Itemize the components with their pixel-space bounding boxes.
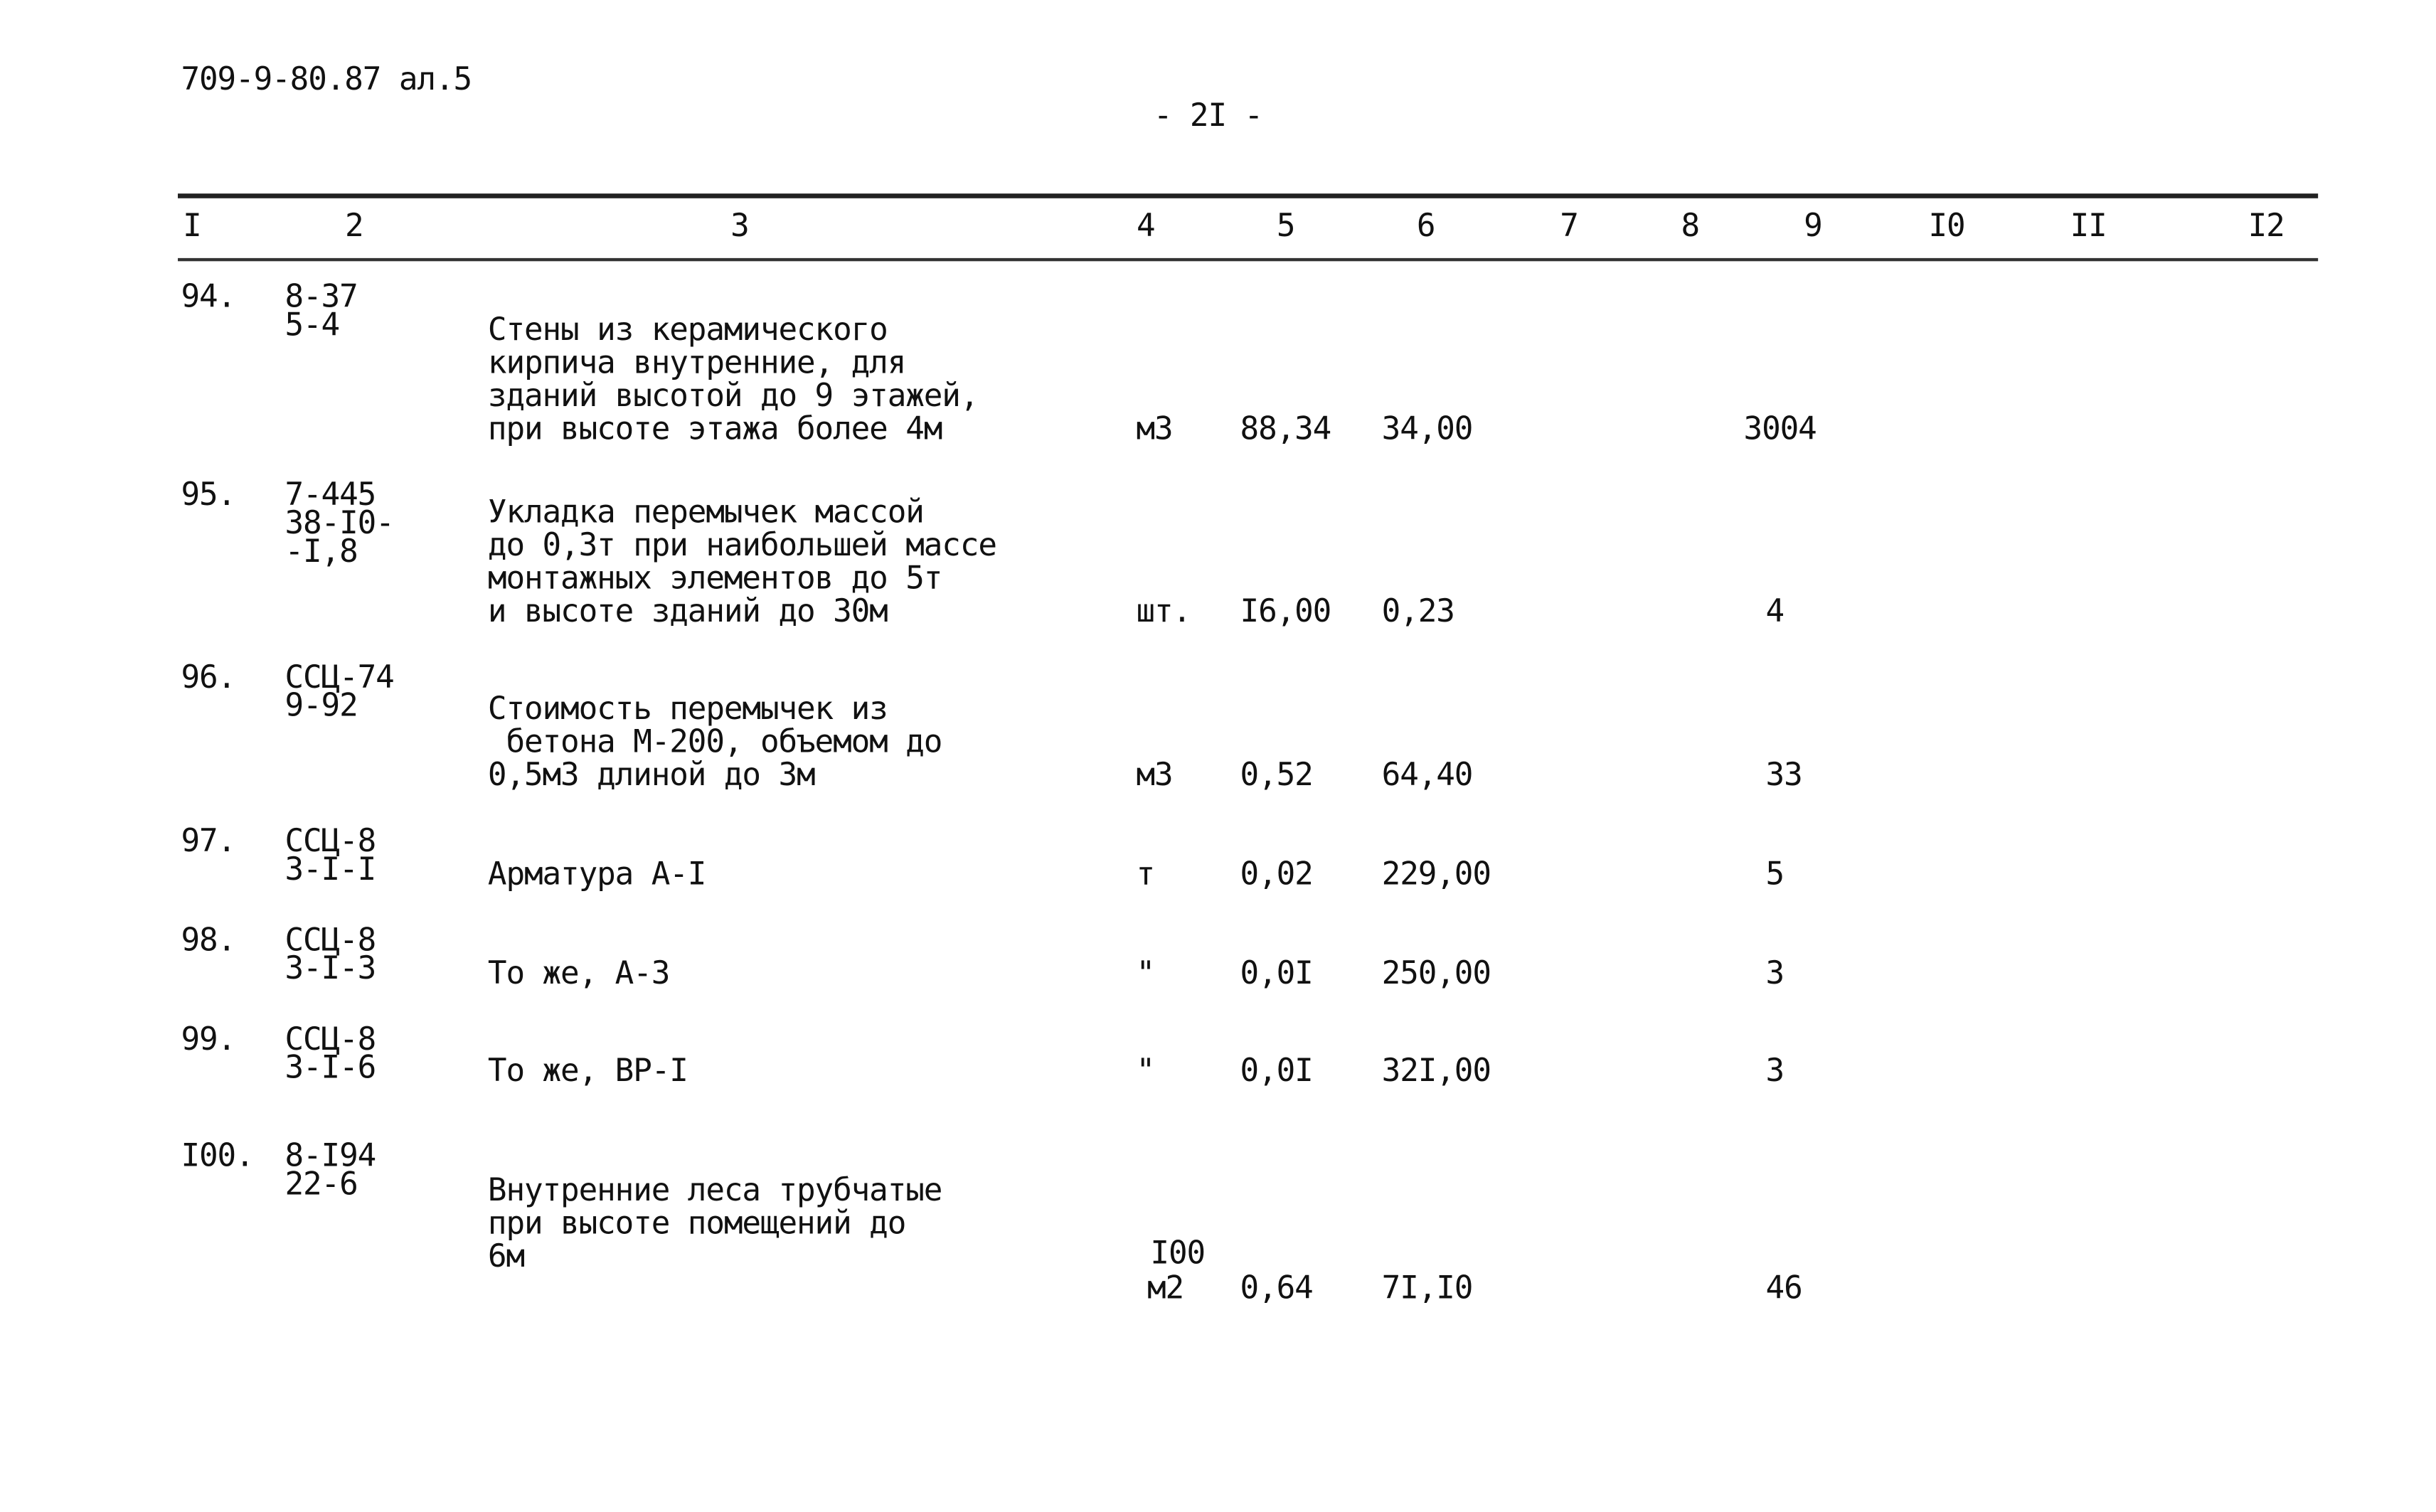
unit: " [1136,1051,1155,1090]
description-line: зданий высотой до 9 этажей, [487,376,979,414]
description-line: бетона М-200, объемом до [487,722,942,760]
total-cost: 33 [1765,755,1803,794]
norm-code: -I,8 [284,531,358,570]
unit-price: 250,00 [1381,953,1491,991]
row-number: 97. [181,821,236,860]
column-header-11: II [2070,206,2107,244]
row-number: I00. [181,1136,254,1174]
quantity: 0,64 [1240,1268,1314,1306]
column-header-1: I [183,206,202,244]
unit-price: 7I,I0 [1381,1268,1474,1306]
description-line: 0,5м3 длиной до 3м [487,755,816,794]
unit-price: 0,23 [1381,591,1455,630]
row-number: 95. [181,475,236,513]
unit: м3 [1136,755,1173,794]
document-code: 709-9-80.87 ал.5 [181,60,472,98]
unit-price: 34,00 [1381,409,1474,447]
quantity: 0,0I [1240,1051,1314,1090]
description-line: монтажных элементов до 5т [487,558,943,597]
total-cost: 46 [1765,1268,1803,1306]
description-line: при высоте помещений до [487,1203,906,1242]
total-cost: 4 [1765,591,1785,630]
total-cost: 5 [1765,854,1785,893]
description-line: и высоте зданий до 30м [487,591,888,630]
unit: т [1136,854,1155,893]
unit: м3 [1136,409,1173,447]
column-header-12: I2 [2248,206,2285,244]
column-header-7: 7 [1560,206,1579,244]
quantity: I6,00 [1240,591,1332,630]
table-header-rule [178,257,2319,262]
total-cost: 3 [1765,1051,1785,1090]
description-line: Арматура А-I [487,854,707,893]
row-number: 99. [181,1019,236,1058]
norm-code: 3-I-6 [284,1048,376,1086]
quantity: 0,0I [1240,953,1314,991]
unit: I00 [1150,1233,1206,1272]
row-number: 98. [181,920,236,959]
column-header-5: 5 [1276,206,1296,244]
description-line: до 0,3т при наибольшей массе [487,526,997,564]
column-header-8: 8 [1681,206,1701,244]
quantity: 0,02 [1240,854,1314,893]
unit: " [1136,953,1155,991]
row-number: 94. [181,277,236,315]
description-line: кирпича внутренние, для [487,343,906,381]
description-line: То же, А-3 [487,953,670,991]
column-header-2: 2 [345,206,364,244]
unit: м2 [1147,1268,1184,1306]
document-page: 709-9-80.87 ал.5 - 2I - I 2 3 4 5 6 7 8 9 I0 II I2 … [0,0,2436,1512]
table-top-rule [178,193,2319,198]
norm-code: 3-I-3 [284,949,376,987]
description-line: Стены из керамического [487,309,888,348]
unit: шт. [1136,591,1191,630]
description-line: Внутренние леса трубчатые [487,1171,943,1209]
norm-code: 9-92 [284,686,358,724]
unit-price: 229,00 [1381,854,1491,893]
unit-price: 32I,00 [1381,1051,1491,1090]
column-header-9: 9 [1804,206,1823,244]
page-number: - 2I - [1153,95,1263,134]
column-header-6: 6 [1416,206,1436,244]
description-line: 6м [487,1237,525,1275]
norm-code: 3-I-I [284,849,376,888]
quantity: 0,52 [1240,755,1314,794]
description-line: Стоимость перемычек из [487,689,888,728]
unit-price: 64,40 [1381,755,1474,794]
column-header-10: I0 [1928,206,1965,244]
norm-code: 5-4 [284,305,340,344]
norm-code: 22-6 [284,1164,358,1203]
total-cost: 3 [1765,953,1785,991]
description-line: Укладка перемычек массой [487,492,925,531]
total-cost: 3004 [1743,409,1817,447]
column-header-3: 3 [730,206,750,244]
column-header-4: 4 [1136,206,1156,244]
description-line: при высоте этажа более 4м [487,409,943,447]
row-number: 96. [181,657,236,696]
quantity: 88,34 [1240,409,1332,447]
description-line: То же, ВР-I [487,1051,688,1090]
